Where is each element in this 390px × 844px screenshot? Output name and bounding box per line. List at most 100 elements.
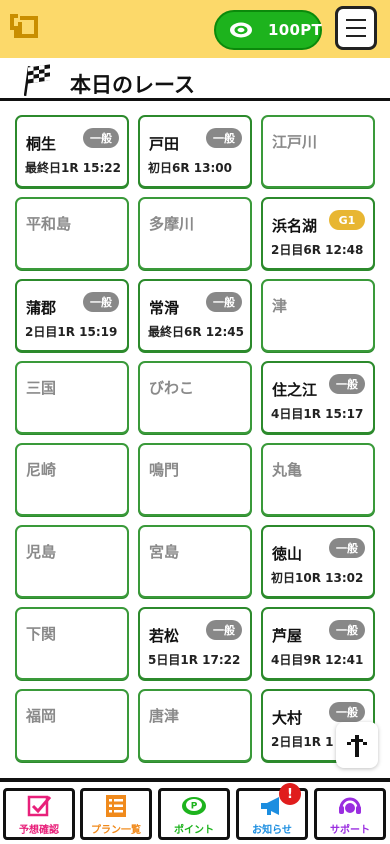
- venue-name: 住之江: [272, 381, 318, 399]
- venue-name: 芦屋: [272, 627, 303, 645]
- venue-card[interactable]: 平和島: [15, 197, 129, 270]
- venue-card[interactable]: 福岡: [15, 689, 129, 762]
- nav-item-notices[interactable]: お知らせ !: [236, 783, 308, 840]
- venue-card[interactable]: 尼崎: [15, 443, 129, 516]
- venue-name: 徳山: [272, 545, 303, 563]
- grade-badge: 一般: [206, 292, 242, 312]
- nav-item-support[interactable]: サポート: [314, 788, 386, 840]
- bottom-nav: 予想確認 プラン一覧 P ポイント お知らせ ! サポート: [0, 778, 390, 844]
- nav-item-predictions[interactable]: 予想確認: [3, 788, 75, 840]
- venue-card[interactable]: 多摩川: [138, 197, 252, 270]
- venue-card[interactable]: 三国: [15, 361, 129, 434]
- race-time: 最終日6R 12:45: [148, 325, 244, 339]
- venue-card[interactable]: 常滑 一般最終日6R 12:45: [138, 279, 252, 352]
- grade-badge: 一般: [329, 702, 365, 722]
- grade-badge: 一般: [329, 620, 365, 640]
- venue-name: 宮島: [149, 543, 180, 561]
- venue-card[interactable]: 津: [261, 279, 375, 352]
- svg-text:P: P: [191, 802, 198, 812]
- venue-name: 桐生: [26, 135, 57, 153]
- headset-icon: [339, 797, 361, 814]
- nav-label: プラン一覧: [91, 825, 141, 836]
- venue-card[interactable]: 徳山 一般初日10R 13:02: [261, 525, 375, 598]
- points-value: 100PT: [268, 21, 323, 39]
- grade-badge: 一般: [206, 620, 242, 640]
- menu-button[interactable]: [335, 6, 377, 50]
- venue-card[interactable]: 浜名湖 G1 2日目6R 12:48: [261, 197, 375, 270]
- nav-label: お知らせ: [252, 825, 292, 836]
- race-time: 4日目9R 12:41: [271, 653, 364, 667]
- venue-card[interactable]: 住之江 一般 4日目1R 15:17: [261, 361, 375, 434]
- venue-card[interactable]: 児島: [15, 525, 129, 598]
- point-coin-icon: [228, 21, 254, 39]
- title-divider: [0, 98, 390, 101]
- back-icon[interactable]: [8, 12, 40, 42]
- menu-icon-line: [346, 19, 366, 21]
- venue-name: 大村: [272, 709, 303, 727]
- venue-card[interactable]: 鳴門: [138, 443, 252, 516]
- venue-name: 下関: [26, 625, 57, 643]
- venue-name: 尼崎: [26, 461, 57, 479]
- grade-badge: 一般: [206, 128, 242, 148]
- venue-card[interactable]: 丸亀: [261, 443, 375, 516]
- checkered-flag-icon: [23, 64, 52, 97]
- grade-badge: 一般: [83, 292, 119, 312]
- venue-name: 多摩川: [149, 215, 195, 233]
- race-time: 初日6R 13:00: [148, 161, 232, 175]
- venue-name: 丸亀: [272, 461, 303, 479]
- race-time: 2日目1R 15:19: [25, 325, 118, 339]
- venue-name: 常滑: [149, 299, 180, 317]
- venue-card[interactable]: 桐生 一般最終日1R 15:22: [15, 115, 129, 188]
- venue-name: 鳴門: [149, 461, 180, 479]
- menu-icon-line: [346, 27, 366, 29]
- scroll-top-button[interactable]: [336, 722, 378, 768]
- venue-name: 浜名湖: [272, 217, 318, 235]
- venue-name: 児島: [26, 543, 57, 561]
- menu-icon-line: [346, 35, 366, 37]
- race-time: 2日目6R 12:48: [271, 243, 364, 257]
- nav-item-points[interactable]: P ポイント: [158, 788, 230, 840]
- nav-divider: [0, 778, 390, 782]
- venue-name: 若松: [149, 627, 180, 645]
- venue-name: 三国: [26, 379, 57, 397]
- nav-label: 予想確認: [19, 825, 59, 836]
- nav-item-plans[interactable]: プラン一覧: [80, 788, 152, 840]
- app-header: 100PT: [0, 0, 390, 58]
- venue-name: 唐津: [149, 707, 180, 725]
- venue-name: 福岡: [26, 707, 57, 725]
- race-time: 4日目1R 15:17: [271, 407, 364, 421]
- grade-badge: 一般: [329, 374, 365, 394]
- venue-card[interactable]: 蒲郡 一般 2日目1R 15:19: [15, 279, 129, 352]
- venue-card[interactable]: 江戸川: [261, 115, 375, 188]
- venue-name: 津: [272, 297, 288, 315]
- grade-badge: 一般: [83, 128, 119, 148]
- venue-name: 平和島: [26, 215, 72, 233]
- venue-card[interactable]: びわこ: [138, 361, 252, 434]
- points-button[interactable]: 100PT: [214, 10, 322, 50]
- venue-name: びわこ: [149, 379, 195, 397]
- grade-badge: 一般: [329, 538, 365, 558]
- list-icon: [106, 795, 126, 817]
- venue-card[interactable]: 若松 一般 5日目1R 17:22: [138, 607, 252, 680]
- venue-card[interactable]: 宮島: [138, 525, 252, 598]
- nav-label: ポイント: [174, 825, 214, 836]
- race-time: 初日10R 13:02: [271, 571, 364, 585]
- venue-name: 蒲郡: [26, 299, 57, 317]
- race-time: 最終日1R 15:22: [25, 161, 121, 175]
- page-title: 本日のレース: [70, 73, 195, 97]
- arrow-up-icon: [347, 735, 367, 757]
- venue-card[interactable]: 下関: [15, 607, 129, 680]
- venue-card[interactable]: 芦屋 一般 4日目9R 12:41: [261, 607, 375, 680]
- grade-badge: G1: [329, 210, 365, 230]
- venue-name: 戸田: [149, 135, 180, 153]
- checkbox-icon: [27, 795, 52, 817]
- venue-grid: 桐生 一般 最終日1R 15:22 戸田 一般 初日6R 13:00 江戸川 平和島 多摩川 浜名…: [15, 115, 375, 762]
- venue-name: 江戸川: [272, 133, 318, 151]
- venue-card[interactable]: 戸田 一般初日6R 13:00: [138, 115, 252, 188]
- title-row: 本日のレース: [0, 58, 390, 102]
- race-time: 5日目1R 17:22: [148, 653, 241, 667]
- notification-badge: !: [279, 783, 301, 805]
- nav-label: サポート: [330, 825, 370, 836]
- point-coin-icon: P: [182, 797, 206, 815]
- venue-card[interactable]: 唐津: [138, 689, 252, 762]
